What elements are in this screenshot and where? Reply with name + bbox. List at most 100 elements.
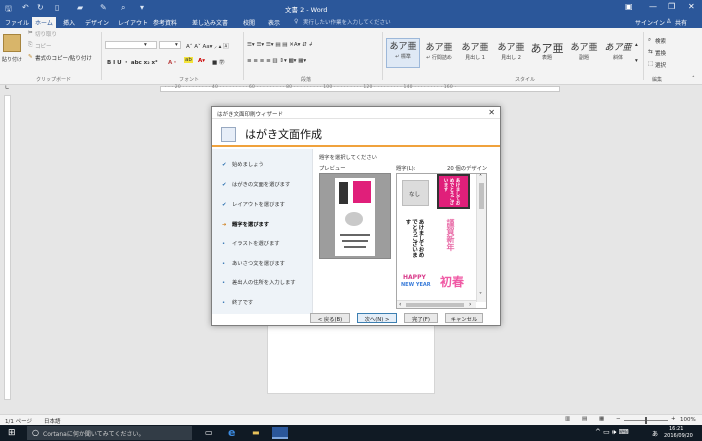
paint-icon[interactable]: ✎: [100, 3, 107, 12]
tab-view[interactable]: 表示: [268, 18, 280, 27]
align-icons[interactable]: ≡ ≡ ≡ ≡ ▥ ⇕▾ ▩▾ ▦▾: [247, 58, 306, 64]
style-emphasis[interactable]: あア亜 斜体: [601, 40, 635, 61]
scroll-right-icon[interactable]: ›: [469, 301, 471, 308]
cancel-button[interactable]: キャンセル: [445, 313, 483, 323]
zoom-out-icon[interactable]: −: [616, 416, 621, 422]
styles-more-icon[interactable]: ▾: [635, 58, 638, 64]
style-heading2[interactable]: あア亜 見出し 2: [494, 40, 528, 61]
finish-button[interactable]: 完了(F): [404, 313, 438, 323]
wizard-step[interactable]: • イラストを選びます: [222, 239, 280, 247]
ribbon-display-icon[interactable]: ▣: [625, 2, 633, 11]
language-indicator[interactable]: 日本語: [44, 417, 61, 425]
font-color-icon[interactable]: A▾: [198, 58, 205, 64]
font-name-dropdown-icon[interactable]: ▾: [144, 42, 147, 48]
print-preview-icon[interactable]: ⌕: [121, 3, 125, 13]
paste-icon[interactable]: [3, 34, 21, 52]
read-mode-icon[interactable]: ▥: [565, 416, 570, 422]
char-shading-icon[interactable]: ■ ㊫: [212, 58, 224, 66]
highlight-icon[interactable]: ab: [184, 57, 193, 63]
cortana-search-box[interactable]: Cortanaに何か聞いてみてください。: [27, 426, 192, 440]
text-effects-icon[interactable]: A・: [168, 58, 178, 66]
wizard-step[interactable]: ✔ レイアウトを選びます: [222, 200, 285, 208]
redo-icon[interactable]: ↻: [37, 3, 44, 12]
save-icon[interactable]: 🖫: [5, 3, 12, 17]
tab-file[interactable]: ファイル: [5, 18, 29, 27]
share-button[interactable]: 共有: [675, 18, 687, 27]
minimize-button[interactable]: —: [649, 2, 657, 11]
font-name-box[interactable]: [105, 41, 157, 49]
cut-button[interactable]: 切り取り: [35, 30, 57, 38]
clock-date[interactable]: 2016/09/20: [664, 433, 693, 439]
undo-icon[interactable]: ↶: [22, 3, 29, 12]
style-title[interactable]: あア亜 表題: [530, 40, 564, 61]
zoom-in-icon[interactable]: +: [671, 416, 676, 422]
back-button[interactable]: < 戻る(B): [310, 313, 350, 323]
tab-design[interactable]: デザイン: [85, 18, 109, 27]
design-option-selected[interactable]: あけましておめでとうございます: [437, 174, 470, 209]
format-painter-button[interactable]: 書式のコピー/貼り付け: [35, 54, 92, 62]
next-button[interactable]: 次へ(N) >: [357, 313, 397, 323]
horizontal-ruler[interactable]: ∟ · · · 20 · · · · · · · · · 40 · · · · …: [0, 85, 702, 93]
style-heading1[interactable]: あア亜 見出し 1: [458, 40, 492, 61]
scroll-thumb-horizontal[interactable]: [406, 303, 464, 307]
wizard-step[interactable]: ✔ はがきの文面を選びます: [222, 180, 290, 188]
design-option-happy-new-year[interactable]: HAPPY NEW YEAR: [400, 272, 434, 290]
paste-button[interactable]: 貼り付け: [2, 56, 22, 63]
print-layout-icon[interactable]: ▤: [582, 416, 587, 422]
wizard-step[interactable]: • 終了です: [222, 298, 253, 306]
vertical-ruler[interactable]: [4, 95, 11, 400]
design-option-kinga[interactable]: 謹賀新年: [439, 216, 465, 261]
select-button[interactable]: 選択: [655, 61, 666, 69]
zoom-slider-thumb[interactable]: [645, 417, 647, 424]
signin-link[interactable]: サインイン: [635, 18, 665, 27]
style-no-spacing[interactable]: あア亜 ↵ 行間詰め: [422, 40, 456, 61]
page-count[interactable]: 1/1 ページ: [5, 417, 32, 425]
font-size-dropdown-icon[interactable]: ▾: [175, 42, 178, 48]
styles-scroll-icon[interactable]: ▴: [635, 42, 638, 48]
search-button[interactable]: 検索: [655, 37, 666, 45]
design-option-vertical[interactable]: あけましておめでとうございます: [402, 216, 430, 261]
copy-button[interactable]: コピー: [35, 42, 52, 50]
design-option-shinshun[interactable]: 初春: [438, 271, 468, 291]
tell-me-input[interactable]: 実行したい作業を入力してください: [303, 18, 391, 26]
tray-icons[interactable]: ^ ▭ 🕪 ⌨: [595, 428, 629, 437]
tab-home[interactable]: ホーム: [32, 17, 56, 28]
wizard-step[interactable]: • 差出人の住所を入力します: [222, 278, 296, 286]
dialog-close-icon[interactable]: ✕: [488, 108, 495, 117]
scroll-thumb[interactable]: [479, 183, 484, 209]
close-button[interactable]: ✕: [688, 2, 695, 11]
open-folder-icon[interactable]: ▰: [77, 3, 83, 12]
wizard-step[interactable]: ✔ 始めましょう: [222, 160, 264, 168]
grow-font-icon[interactable]: A˄ A˅ Aa▾ ⸝ ▴ 🄰: [186, 42, 229, 50]
explorer-icon[interactable]: ▬: [252, 428, 260, 437]
dialog-titlebar[interactable]: はがき文面印刷ウィザード ✕: [212, 107, 500, 119]
tab-mailings[interactable]: 差し込み文書: [192, 18, 228, 27]
windows-start-icon[interactable]: ⊞: [8, 428, 16, 438]
tab-references[interactable]: 参考資料: [153, 18, 177, 27]
list-vertical-scrollbar[interactable]: ˄ ˅: [476, 174, 486, 302]
zoom-level[interactable]: 100%: [680, 417, 696, 423]
wizard-step-current[interactable]: ➜ 題字を選びます: [222, 220, 269, 228]
customize-qat-icon[interactable]: ▾: [140, 3, 144, 12]
scroll-left-icon[interactable]: ‹: [399, 301, 401, 308]
bullets-icon[interactable]: ☰▾ ☰▾ ☰▾ ▤ ▤ ✕A▾ ⇵ ↲: [247, 42, 313, 48]
new-doc-icon[interactable]: ▯: [55, 3, 59, 12]
scroll-up-icon[interactable]: ˄: [479, 174, 482, 181]
design-option-none[interactable]: なし: [402, 180, 429, 206]
tab-layout[interactable]: レイアウト: [118, 18, 148, 27]
font-format-buttons[interactable]: B I U ・ abc x₂ x²: [107, 58, 158, 66]
tab-review[interactable]: 校閲: [243, 18, 255, 27]
style-normal[interactable]: あア亜 ↵ 標準: [386, 38, 420, 68]
wizard-step[interactable]: • あいさつ文を選びます: [222, 259, 285, 267]
restore-button[interactable]: ❐: [668, 2, 675, 11]
title-design-list[interactable]: なし あけましておめでとうございます あけましておめでとうございます 謹賀新年 …: [396, 173, 487, 309]
task-view-icon[interactable]: ▭: [205, 428, 213, 437]
replace-button[interactable]: 置換: [655, 49, 666, 57]
ime-indicator[interactable]: あ: [652, 429, 658, 438]
scroll-down-icon[interactable]: ˅: [479, 292, 482, 299]
clock-time[interactable]: 16:21: [669, 426, 683, 432]
list-horizontal-scrollbar[interactable]: ‹ ›: [397, 300, 476, 308]
web-layout-icon[interactable]: ▦: [599, 416, 604, 422]
style-subtitle[interactable]: あア亜 副題: [567, 40, 601, 61]
tab-selector-icon[interactable]: ∟: [5, 85, 10, 91]
